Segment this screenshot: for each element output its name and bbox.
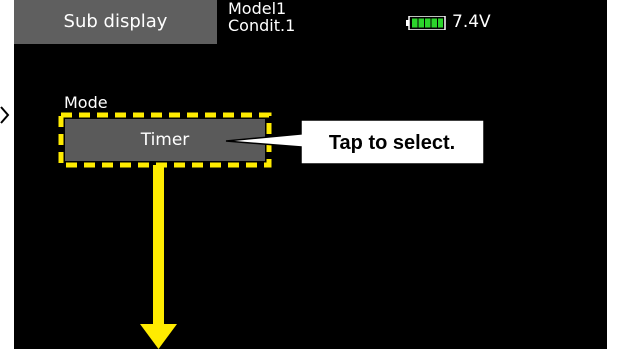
device-screen: Sub display Model1 Condit.1 7.4V Mode Ti… — [14, 0, 607, 349]
side-pointer-icon — [0, 106, 10, 124]
down-arrow-icon — [140, 165, 177, 349]
callout-bubble: Tap to select. — [225, 119, 485, 165]
callout-text: Tap to select. — [329, 132, 455, 154]
annotation-overlay: Tap to select. — [58, 112, 485, 349]
manual-page: Sub display Model1 Condit.1 7.4V Mode Ti… — [0, 0, 621, 349]
